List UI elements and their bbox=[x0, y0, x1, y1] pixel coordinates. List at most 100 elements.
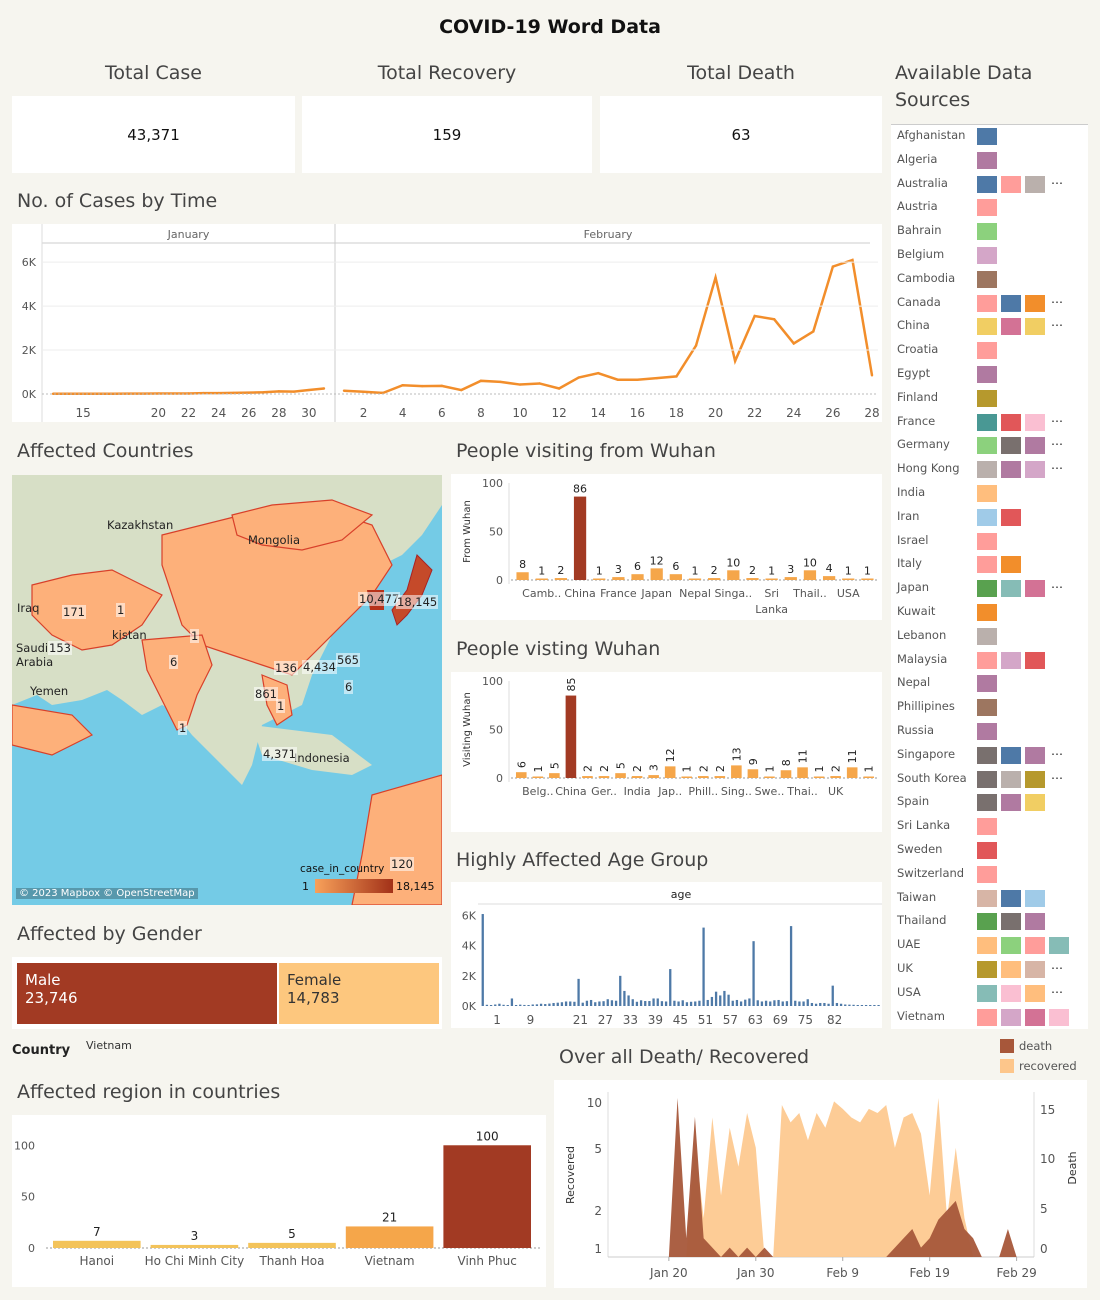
source-row[interactable]: China… bbox=[891, 315, 1087, 339]
source-color-swatch[interactable] bbox=[1001, 746, 1021, 764]
country-shape-middle-east[interactable] bbox=[12, 704, 94, 756]
source-color-swatch[interactable] bbox=[1001, 1008, 1021, 1026]
source-color-swatch[interactable] bbox=[977, 794, 997, 812]
source-color-swatch[interactable] bbox=[1001, 175, 1021, 193]
source-color-swatch[interactable] bbox=[977, 532, 997, 550]
source-color-swatch[interactable] bbox=[977, 485, 997, 502]
source-color-swatch[interactable] bbox=[1001, 937, 1021, 955]
source-color-swatch[interactable] bbox=[1001, 318, 1021, 336]
source-color-swatch[interactable] bbox=[1001, 961, 1021, 978]
source-row[interactable]: Singapore… bbox=[891, 744, 1087, 768]
source-color-swatch[interactable] bbox=[977, 580, 997, 598]
source-color-swatch[interactable] bbox=[977, 675, 997, 693]
more-icon[interactable]: … bbox=[1051, 173, 1063, 187]
source-color-swatch[interactable] bbox=[1025, 461, 1045, 479]
source-color-swatch[interactable] bbox=[977, 627, 997, 645]
source-color-swatch[interactable] bbox=[1025, 580, 1045, 598]
source-row[interactable]: Afghanistan bbox=[891, 125, 1087, 149]
source-row[interactable]: Kuwait bbox=[891, 601, 1087, 625]
source-color-swatch[interactable] bbox=[977, 199, 997, 217]
source-row[interactable]: UK… bbox=[891, 958, 1087, 982]
source-row[interactable]: Nepal bbox=[891, 672, 1087, 696]
visiting-wuhan-chart[interactable]: 050100Visiting Wuhan 61 5852 2 5 2 3121 2 213918… bbox=[451, 672, 882, 832]
source-row[interactable]: France… bbox=[891, 411, 1087, 435]
source-color-swatch[interactable] bbox=[977, 961, 997, 978]
source-row[interactable]: Vietnam bbox=[891, 1006, 1087, 1029]
source-row[interactable]: Finland bbox=[891, 387, 1087, 411]
source-row[interactable]: India bbox=[891, 482, 1087, 506]
source-color-swatch[interactable] bbox=[977, 342, 997, 360]
age-group-chart[interactable]: age0K2K4K6K19212733394551576369758296 bbox=[451, 882, 901, 1028]
source-color-swatch[interactable] bbox=[977, 556, 997, 574]
death-recovered-chart[interactable]: 1 2 5 10 0 5 10 15 Recovered Death Jan 20 Jan 30 Feb… bbox=[554, 1080, 1087, 1288]
source-color-swatch[interactable] bbox=[977, 746, 997, 764]
source-color-swatch[interactable] bbox=[977, 223, 997, 241]
source-row[interactable]: Japan… bbox=[891, 577, 1087, 601]
source-row[interactable]: Sweden bbox=[891, 839, 1087, 863]
source-color-swatch[interactable] bbox=[977, 389, 997, 407]
source-row[interactable]: Australia… bbox=[891, 173, 1087, 197]
affected-countries-map[interactable]: Kazakhstan Mongolia Iraq kistan Saudi Arabia Y… bbox=[12, 475, 442, 905]
source-row[interactable]: Sri Lanka bbox=[891, 815, 1087, 839]
total-recovery-card[interactable]: 159 bbox=[302, 96, 592, 173]
source-color-swatch[interactable] bbox=[977, 937, 997, 955]
source-row[interactable]: Belgium bbox=[891, 244, 1087, 268]
more-icon[interactable]: … bbox=[1051, 411, 1063, 425]
source-color-swatch[interactable] bbox=[1001, 413, 1021, 431]
more-icon[interactable]: … bbox=[1051, 744, 1063, 758]
source-row[interactable]: Russia bbox=[891, 720, 1087, 744]
source-color-swatch[interactable] bbox=[977, 318, 997, 336]
country-shape-japan[interactable] bbox=[391, 554, 433, 626]
more-icon[interactable]: … bbox=[1051, 458, 1063, 472]
source-color-swatch[interactable] bbox=[1025, 961, 1045, 978]
source-color-swatch[interactable] bbox=[977, 247, 997, 264]
source-color-swatch[interactable] bbox=[1025, 437, 1045, 455]
source-color-swatch[interactable] bbox=[1025, 318, 1045, 336]
source-color-swatch[interactable] bbox=[1025, 294, 1045, 312]
cases-by-time-chart[interactable]: January15 20 22 24 26 28 30February2 4 6 8 10 12 14 1… bbox=[12, 224, 882, 422]
source-color-swatch[interactable] bbox=[1001, 508, 1021, 526]
source-row[interactable]: Algeria bbox=[891, 149, 1087, 173]
source-color-swatch[interactable] bbox=[977, 437, 997, 455]
source-row[interactable]: Taiwan bbox=[891, 887, 1087, 911]
source-row[interactable]: USA… bbox=[891, 982, 1087, 1006]
source-color-swatch[interactable] bbox=[1025, 794, 1045, 812]
source-row[interactable]: Canada… bbox=[891, 292, 1087, 316]
source-row[interactable]: Malaysia bbox=[891, 649, 1087, 673]
more-icon[interactable]: … bbox=[1051, 768, 1063, 782]
source-color-swatch[interactable] bbox=[1049, 1008, 1069, 1026]
source-color-swatch[interactable] bbox=[1049, 937, 1069, 955]
age-group-panel[interactable]: age0K2K4K6K19212733394551576369758296 bbox=[451, 882, 901, 1028]
source-color-swatch[interactable] bbox=[1001, 770, 1021, 788]
gender-female-block[interactable]: Female 14,783 bbox=[279, 963, 439, 1024]
source-row[interactable]: Bahrain bbox=[891, 220, 1087, 244]
more-icon[interactable]: … bbox=[1051, 292, 1063, 306]
source-color-swatch[interactable] bbox=[1025, 889, 1045, 907]
total-case-card[interactable]: 43,371 bbox=[12, 96, 295, 173]
source-row[interactable]: Cambodia bbox=[891, 268, 1087, 292]
source-color-swatch[interactable] bbox=[977, 984, 997, 1002]
source-color-swatch[interactable] bbox=[1001, 794, 1021, 812]
source-color-swatch[interactable] bbox=[1025, 913, 1045, 931]
from-wuhan-panel[interactable]: 0 50 100 From Wuhan 8 1 2 86 1 3 6 12 6 1 2 10 2 1 3 10 4 1 1 C… bbox=[451, 474, 882, 620]
more-icon[interactable]: … bbox=[1051, 982, 1063, 996]
source-color-swatch[interactable] bbox=[1001, 580, 1021, 598]
source-row[interactable]: UAE bbox=[891, 934, 1087, 958]
legend-item-recovered[interactable]: recovered bbox=[998, 1057, 1088, 1075]
source-color-swatch[interactable] bbox=[977, 270, 997, 288]
source-color-swatch[interactable] bbox=[1001, 294, 1021, 312]
source-row[interactable]: Thailand bbox=[891, 910, 1087, 934]
map-svg[interactable] bbox=[12, 475, 442, 905]
source-row[interactable]: Austria bbox=[891, 196, 1087, 220]
source-color-swatch[interactable] bbox=[1001, 437, 1021, 455]
source-row[interactable]: Israel bbox=[891, 530, 1087, 554]
source-color-swatch[interactable] bbox=[1001, 651, 1021, 669]
source-row[interactable]: Egypt bbox=[891, 363, 1087, 387]
source-row[interactable]: Iran bbox=[891, 506, 1087, 530]
from-wuhan-chart[interactable]: 050100From Wuhan8 1 2861 3 6 12 6 1 2102 1 310 4 1 1C… bbox=[451, 474, 882, 620]
source-color-swatch[interactable] bbox=[977, 865, 997, 883]
source-color-swatch[interactable] bbox=[977, 723, 997, 740]
more-icon[interactable]: … bbox=[1051, 958, 1063, 972]
source-row[interactable]: Hong Kong… bbox=[891, 458, 1087, 482]
death-recovered-panel[interactable]: 1 2 5 10 0 5 10 15 Recovered Death Jan 20 Jan 30 Feb… bbox=[554, 1080, 1087, 1288]
